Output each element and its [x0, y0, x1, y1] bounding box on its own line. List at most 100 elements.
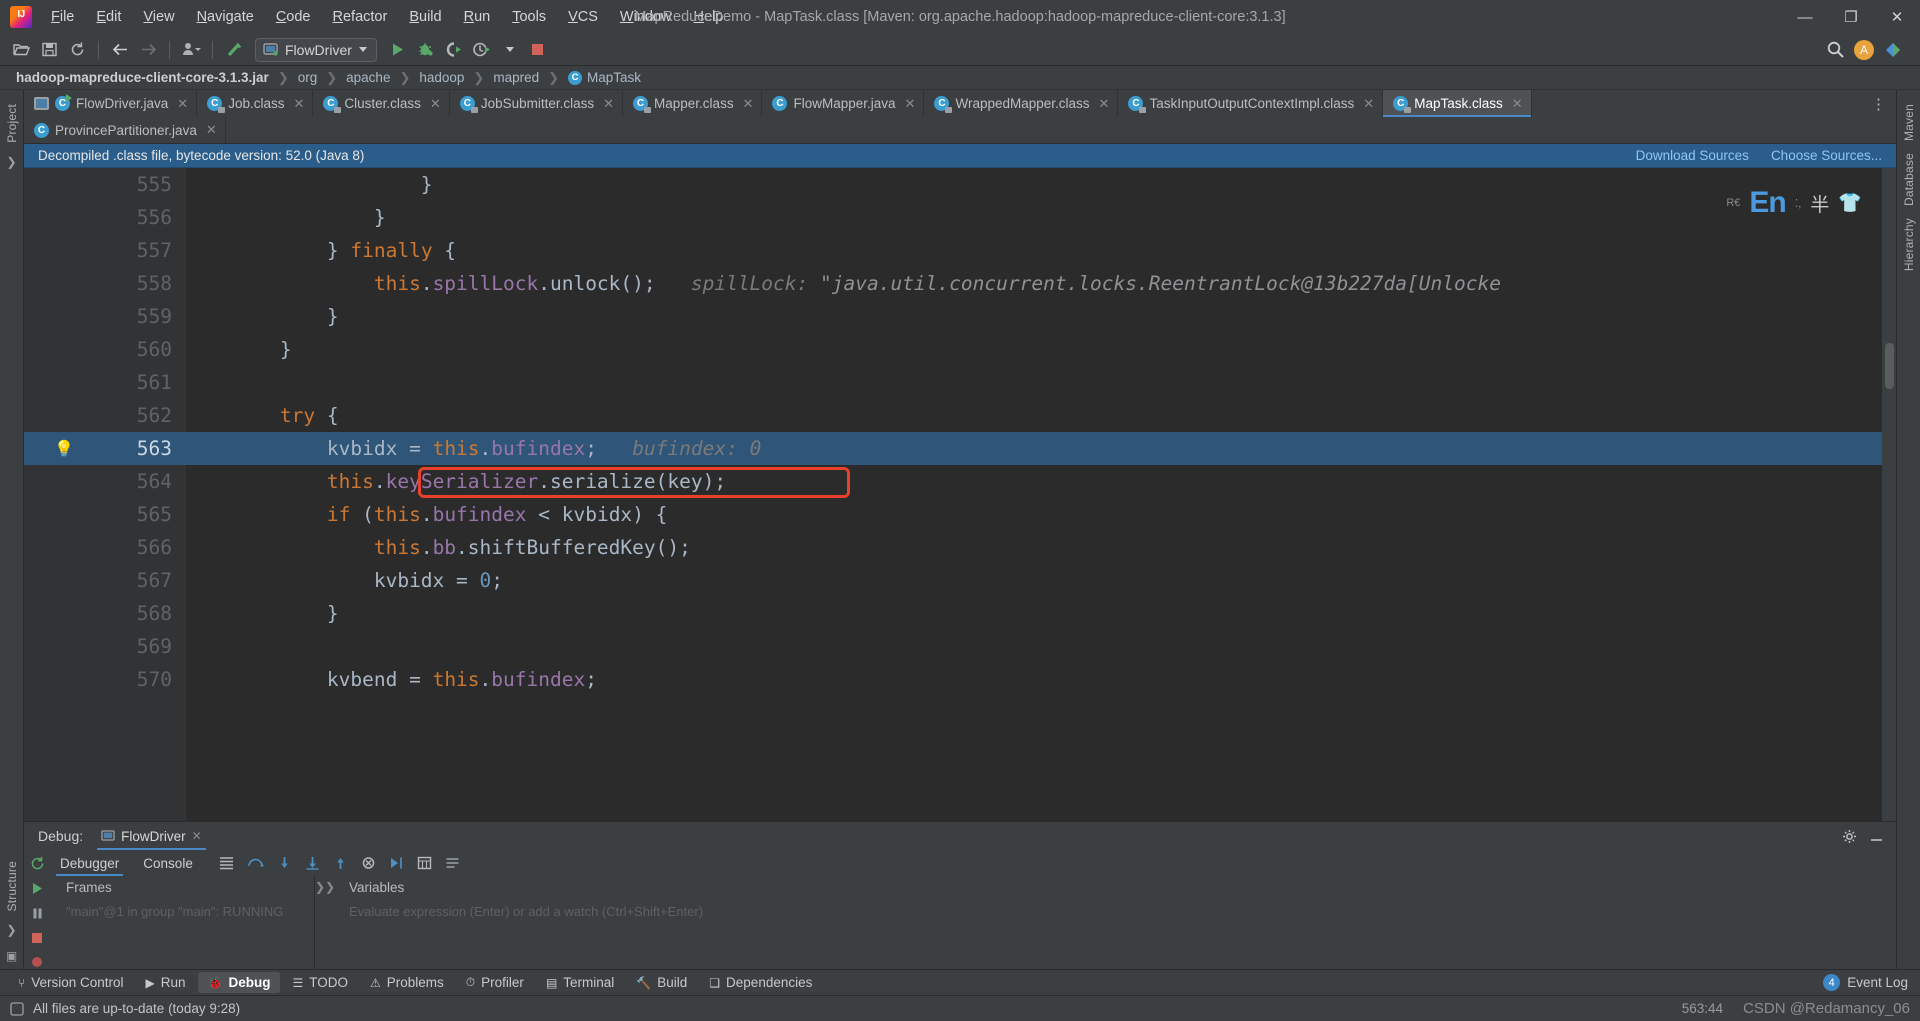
user-icon[interactable] [178, 37, 204, 63]
choose-sources-link[interactable]: Choose Sources... [1771, 148, 1882, 163]
code-line-555[interactable]: } [186, 168, 1882, 201]
caret-position[interactable]: 563:44 [1682, 1001, 1723, 1016]
lang-en-label[interactable]: En [1749, 186, 1786, 220]
sync-icon[interactable] [64, 37, 90, 63]
profiler-icon[interactable] [469, 37, 495, 63]
code-line-556[interactable]: } [186, 201, 1882, 234]
variables-pane[interactable]: ❯❯ Variables Evaluate expression (Enter)… [315, 876, 1896, 969]
gutter-line-556[interactable]: 556⌐ [24, 201, 201, 234]
menu-item-code[interactable]: Code [265, 5, 322, 29]
code-line-567[interactable]: kvbidx = 0; [186, 564, 1882, 597]
open-folder-icon[interactable] [8, 37, 34, 63]
gutter-line-567[interactable]: 567 [24, 564, 186, 597]
toolwindow-build[interactable]: 🔨 Build [626, 972, 697, 993]
editor-tab-mapper-class[interactable]: C Mapper.class ✕ [623, 90, 763, 117]
toolwindow-profiler[interactable]: ⏱ Profiler [456, 972, 534, 993]
rerun-icon[interactable] [30, 856, 45, 871]
breadcrumb-item-mapred[interactable]: mapred [491, 70, 541, 85]
code-line-569[interactable] [186, 630, 1882, 663]
gutter-line-561[interactable]: 561 [24, 366, 186, 399]
layout-icon[interactable] [219, 856, 234, 870]
close-icon[interactable]: ✕ [743, 96, 754, 112]
rail-item-structure[interactable]: Structure [5, 855, 19, 918]
rail-item-project[interactable]: Project [5, 98, 19, 149]
menu-item-refactor[interactable]: Refactor [322, 5, 399, 29]
intention-bulb-icon[interactable]: 💡 [54, 439, 74, 458]
debug-session-tab[interactable]: FlowDriver ✕ [93, 826, 210, 850]
ime-shirt-icon[interactable]: 👕 [1838, 191, 1862, 215]
breadcrumb-item-hadoop[interactable]: hadoop [417, 70, 466, 85]
rail-item-maven[interactable]: Maven [1902, 98, 1916, 147]
lang-cjk-toggle[interactable]: 半 [1810, 190, 1829, 217]
gutter-line-562[interactable]: 562▽ [24, 399, 201, 432]
code-line-561[interactable] [186, 366, 1882, 399]
download-sources-link[interactable]: Download Sources [1636, 148, 1749, 163]
breadcrumb-item-hadoop-mapreduce-client-core-3.1.3.jar[interactable]: hadoop-mapreduce-client-core-3.1.3.jar [14, 70, 271, 85]
minimize-button[interactable]: — [1782, 0, 1828, 34]
code-line-568[interactable]: } [186, 597, 1882, 630]
editor-tab-cluster-class[interactable]: C Cluster.class ✕ [313, 90, 450, 117]
code-line-565[interactable]: if (this. bufindex < kvbidx) { [186, 498, 1882, 531]
event-log-button[interactable]: 4 Event Log [1823, 974, 1908, 991]
code-line-560[interactable]: } [186, 333, 1882, 366]
breadcrumb-item-org[interactable]: org [296, 70, 320, 85]
menu-item-tools[interactable]: Tools [501, 5, 557, 29]
rail-item-hierarchy[interactable]: Hierarchy [1902, 212, 1916, 277]
editor-tab-flowdriver-java[interactable]: C FlowDriver.java ✕ [24, 90, 198, 117]
gutter-line-570[interactable]: 570 [24, 663, 186, 696]
editor-tab-job-class[interactable]: C Job.class ✕ [197, 90, 314, 117]
profiler-dropdown-icon[interactable] [497, 37, 523, 63]
rail-expand-icon[interactable]: ❯ [6, 155, 16, 169]
close-icon[interactable]: ✕ [603, 96, 614, 112]
run-icon[interactable] [385, 37, 411, 63]
editor-tab-flowmapper-java[interactable]: C FlowMapper.java ✕ [762, 90, 925, 117]
plugin-icon[interactable] [1880, 37, 1906, 63]
toolwindow-run[interactable]: ▶ Run [136, 972, 196, 993]
gutter-line-564[interactable]: 564 [24, 465, 186, 498]
menu-item-view[interactable]: View [132, 5, 185, 29]
debug-subtab-debugger[interactable]: Debugger [50, 853, 129, 876]
close-icon[interactable]: ✕ [206, 122, 217, 138]
close-button[interactable]: ✕ [1874, 0, 1920, 34]
code-line-564[interactable]: this. keySerializer .serialize(key); [186, 465, 1882, 498]
pause-icon[interactable] [30, 906, 45, 921]
scrollbar-thumb[interactable] [1885, 343, 1894, 389]
search-icon[interactable] [1822, 37, 1848, 63]
stop-icon[interactable] [30, 931, 44, 945]
toolwindow-dependencies[interactable]: ❏ Dependencies [699, 972, 822, 993]
force-step-into-icon[interactable] [305, 856, 320, 870]
save-icon[interactable] [36, 37, 62, 63]
evaluate-icon[interactable] [417, 856, 432, 870]
tab-overflow-button[interactable]: ⋮ [1861, 90, 1896, 117]
menu-item-run[interactable]: Run [453, 5, 502, 29]
splitter-handle[interactable]: ❯❯ [315, 880, 335, 894]
menu-item-vcs[interactable]: VCS [557, 5, 609, 29]
editor-tab-maptask-class[interactable]: C MapTask.class ✕ [1383, 90, 1532, 117]
mute-breakpoints-icon[interactable] [445, 856, 460, 870]
code-line-566[interactable]: this. bb .shiftBufferedKey(); [186, 531, 1882, 564]
gutter-line-565[interactable]: 565▽ [24, 498, 201, 531]
editor-gutter[interactable]: 555 556⌐557▽ 558 559⌐560⌐ 561 562▽ 563 💡 564 565▽… [24, 168, 201, 821]
menu-item-help[interactable]: Help [682, 5, 734, 29]
run-coverage-icon[interactable] [441, 37, 467, 63]
close-icon[interactable]: ✕ [1363, 96, 1374, 112]
drop-frame-icon[interactable] [361, 856, 376, 870]
rail-item-database[interactable]: Database [1902, 147, 1916, 212]
gutter-line-558[interactable]: 558 [24, 267, 186, 300]
step-out-icon[interactable] [333, 856, 348, 870]
build-icon[interactable] [221, 37, 247, 63]
code-line-557[interactable]: } finally { [186, 234, 1882, 267]
frames-pane[interactable]: Frames "main"@1 in group "main": RUNNING [50, 876, 315, 969]
breadcrumb-item-apache[interactable]: apache [344, 70, 392, 85]
gear-icon[interactable] [1842, 829, 1857, 844]
avatar[interactable]: A [1854, 39, 1874, 60]
close-icon[interactable]: ✕ [293, 96, 304, 112]
menu-item-file[interactable]: File [40, 5, 85, 29]
minimize-icon[interactable] [1869, 829, 1884, 844]
code-line-562[interactable]: try { [186, 399, 1882, 432]
toolwindow-todo[interactable]: ☰ TODO [282, 972, 358, 993]
editor-tab-provincepartitioner-java[interactable]: C ProvincePartitioner.java ✕ [24, 117, 226, 143]
editor-tab-jobsubmitter-class[interactable]: C JobSubmitter.class ✕ [449, 90, 624, 117]
code-line-559[interactable]: } [186, 300, 1882, 333]
back-arrow-icon[interactable] [107, 37, 133, 63]
